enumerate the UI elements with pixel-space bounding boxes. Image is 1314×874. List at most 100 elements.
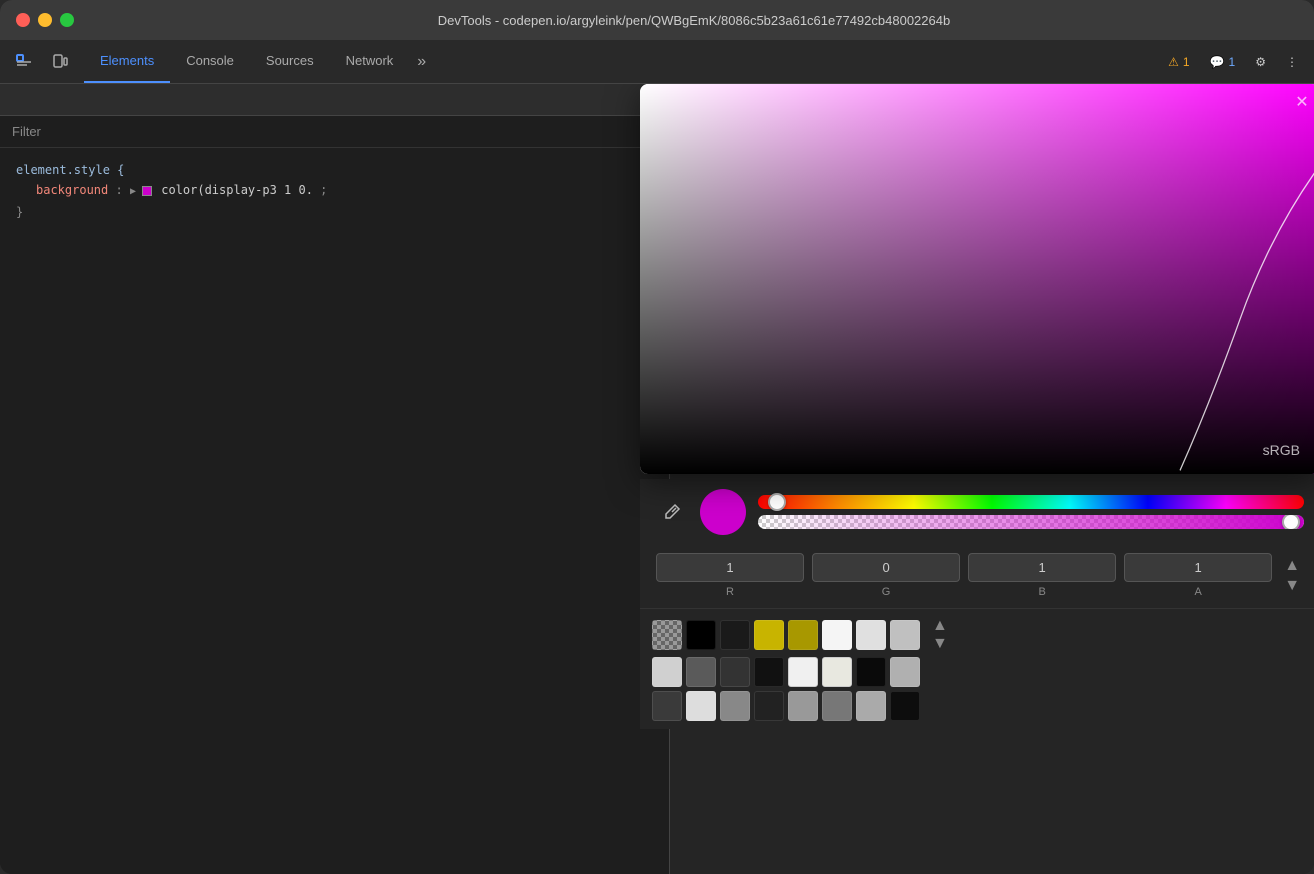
tab-sources[interactable]: Sources: [250, 40, 330, 83]
color-sliders: [758, 495, 1304, 529]
more-tabs-button[interactable]: »: [409, 40, 434, 83]
swatch-gold[interactable]: [754, 620, 784, 650]
swatch-gray1[interactable]: [652, 657, 682, 687]
minimize-traffic-light[interactable]: [38, 13, 52, 27]
eyedropper-button[interactable]: [656, 496, 688, 528]
tab-console[interactable]: Console: [170, 40, 250, 83]
a-label: A: [1194, 586, 1201, 598]
gear-icon: ⚙: [1255, 55, 1266, 69]
color-gradient-canvas[interactable]: sRGB: [640, 84, 1314, 474]
swatch-step-down-icon: ▼: [932, 635, 948, 653]
transparent-swatch[interactable]: [652, 620, 682, 650]
swatch-light3[interactable]: [686, 691, 716, 721]
css-color-value: color(display-p3 1 0.: [161, 183, 313, 197]
tab-network[interactable]: Network: [330, 40, 410, 83]
styles-code-panel: element.style { background : ▶ color(dis…: [0, 148, 669, 874]
tab-elements[interactable]: Elements: [84, 40, 170, 83]
code-selector-line: element.style {: [16, 160, 653, 180]
a-input[interactable]: [1124, 553, 1272, 582]
css-property: background: [36, 183, 108, 197]
b-input-group: B: [968, 553, 1116, 598]
swatch-gray7[interactable]: [856, 691, 886, 721]
device-toolbar-button[interactable]: [44, 46, 76, 78]
r-label: R: [726, 586, 734, 598]
swatch-very-dark[interactable]: [890, 691, 920, 721]
swatch-light2[interactable]: [856, 620, 886, 650]
b-label: B: [1038, 586, 1045, 598]
swatch-gray3[interactable]: [720, 657, 750, 687]
code-property-line: background : ▶ color(display-p3 1 0. ;: [16, 180, 653, 202]
css-closing-brace: }: [16, 205, 23, 219]
swatch-near-black[interactable]: [856, 657, 886, 687]
swatch-step-up-icon: ▲: [932, 617, 948, 635]
window-title: DevTools - codepen.io/argyleink/pen/QWBg…: [90, 13, 1298, 28]
close-traffic-light[interactable]: [16, 13, 30, 27]
swatch-gray2[interactable]: [686, 657, 716, 687]
b-input[interactable]: [968, 553, 1116, 582]
filter-bar: Filter: [0, 116, 669, 148]
color-picker-close-button[interactable]: ✕: [1292, 92, 1312, 112]
swatches-row-2: [652, 657, 1308, 687]
swatch-silver[interactable]: [890, 620, 920, 650]
warnings-button[interactable]: ⚠ 1: [1160, 51, 1197, 73]
swatch-dark[interactable]: [720, 620, 750, 650]
swatch-gray5[interactable]: [788, 691, 818, 721]
g-label: G: [882, 586, 891, 598]
swatch-dark-gold[interactable]: [788, 620, 818, 650]
swatch-medium[interactable]: [720, 691, 750, 721]
maximize-traffic-light[interactable]: [60, 13, 74, 27]
swatches-row-3: [652, 691, 1308, 721]
more-options-button[interactable]: ⋮: [1278, 51, 1306, 73]
code-closing-line: }: [16, 202, 653, 222]
r-input-group: R: [656, 553, 804, 598]
title-bar: DevTools - codepen.io/argyleink/pen/QWBg…: [0, 0, 1314, 40]
color-swatch[interactable]: [142, 186, 152, 196]
step-up-icon: ▲: [1284, 557, 1300, 575]
r-input[interactable]: [656, 553, 804, 582]
swatch-dark3[interactable]: [754, 691, 784, 721]
hue-slider[interactable]: [758, 495, 1304, 509]
css-selector: element.style {: [16, 163, 124, 177]
value-stepper[interactable]: ▲ ▼: [1280, 557, 1304, 595]
expand-arrow[interactable]: ▶: [130, 186, 142, 197]
right-panel: sRGB ✕: [670, 84, 1314, 874]
messages-button[interactable]: 💬 1: [1202, 51, 1244, 73]
alpha-slider-thumb: [1282, 515, 1300, 529]
g-input-group: G: [812, 553, 960, 598]
swatch-white2[interactable]: [822, 657, 852, 687]
tab-actions: ⚠ 1 💬 1 ⚙ ⋮: [1160, 40, 1314, 83]
hue-slider-thumb: [768, 493, 786, 511]
inspect-element-button[interactable]: [8, 46, 40, 78]
swatch-gray4[interactable]: [754, 657, 784, 687]
left-panel: Filter element.style { background : ▶ co…: [0, 84, 670, 874]
css-colon: :: [115, 183, 129, 197]
main-tabs: Elements Console Sources Network »: [84, 40, 434, 83]
settings-button[interactable]: ⚙: [1247, 51, 1274, 73]
devtools-window: DevTools - codepen.io/argyleink/pen/QWBg…: [0, 0, 1314, 874]
tab-icons-group: [0, 40, 84, 83]
a-input-group: A: [1124, 553, 1272, 598]
swatch-light1[interactable]: [822, 620, 852, 650]
color-picker-controls: R G B A ▲ ▼: [640, 479, 1314, 729]
srgb-label: sRGB: [1263, 442, 1300, 458]
swatches-row-1: ▲ ▼: [652, 617, 1308, 653]
swatch-gray6[interactable]: [822, 691, 852, 721]
swatch-mid-gray[interactable]: [890, 657, 920, 687]
swatch-stepper-1[interactable]: ▲ ▼: [932, 617, 948, 653]
rgba-inputs-row: R G B A ▲ ▼: [640, 549, 1314, 608]
alpha-gradient: [758, 515, 1304, 529]
main-content: Filter element.style { background : ▶ co…: [0, 84, 1314, 874]
color-preview-circle: [700, 489, 746, 535]
swatch-dark2[interactable]: [652, 691, 682, 721]
swatch-white1[interactable]: [788, 657, 818, 687]
filter-label: Filter: [12, 124, 41, 139]
traffic-lights: [16, 13, 74, 27]
alpha-slider[interactable]: [758, 515, 1304, 529]
color-picker-popup: sRGB ✕: [640, 84, 1314, 474]
step-down-icon: ▼: [1284, 577, 1300, 595]
swatches-section: ▲ ▼: [640, 608, 1314, 729]
swatch-black[interactable]: [686, 620, 716, 650]
g-input[interactable]: [812, 553, 960, 582]
color-controls-row: [640, 479, 1314, 539]
devtools-tab-bar: Elements Console Sources Network » ⚠ 1 💬…: [0, 40, 1314, 84]
